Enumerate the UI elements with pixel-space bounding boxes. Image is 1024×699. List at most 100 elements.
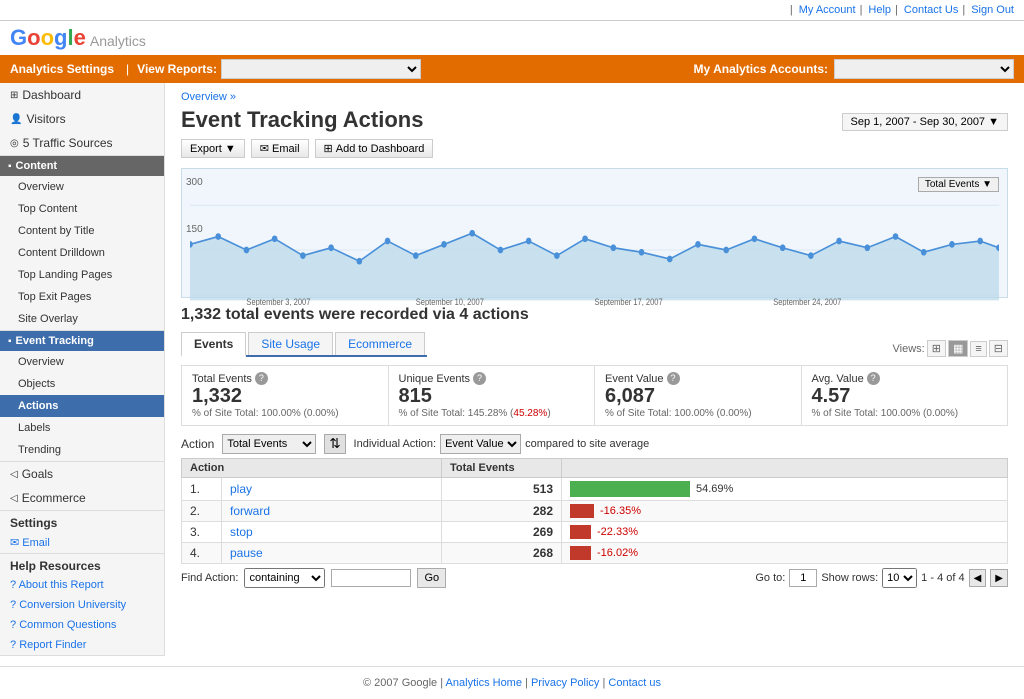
tab-ecommerce[interactable]: Ecommerce [335, 332, 425, 355]
contact-us-link[interactable]: Contact Us [904, 4, 958, 16]
action-link[interactable]: pause [230, 546, 263, 560]
col-metric-header: Total Events [442, 459, 562, 478]
prev-page-button[interactable]: ◀ [969, 569, 987, 587]
sidebar-section-main: ⊞ Dashboard 👤 Visitors ◎ 5 Traffic Sourc… [0, 83, 164, 156]
go-button[interactable]: Go [417, 568, 446, 588]
sidebar-section-content: ▪ Content Overview Top Content Content b… [0, 156, 164, 331]
action-link[interactable]: play [230, 482, 252, 496]
footer-analytics-home-link[interactable]: Analytics Home [446, 677, 522, 689]
my-analytics-select[interactable] [834, 59, 1014, 79]
footer-privacy-link[interactable]: Privacy Policy [531, 677, 599, 689]
email-button[interactable]: ✉ Email [251, 139, 309, 158]
view-reports-select[interactable] [221, 59, 421, 79]
top-content-label: Top Content [18, 203, 77, 215]
chart-svg: September 3, 2007 September 10, 2007 Sep… [190, 194, 999, 306]
action-col-label: Action [181, 437, 214, 451]
tab-site-usage[interactable]: Site Usage [248, 332, 333, 355]
ecommerce-label: Ecommerce [22, 491, 86, 505]
sidebar-item-overview[interactable]: Overview [0, 176, 164, 198]
sidebar-item-actions[interactable]: Actions [0, 395, 164, 417]
sidebar-item-report-finder[interactable]: ? Report Finder [0, 635, 164, 655]
breadcrumb-overview-link[interactable]: Overview » [181, 91, 236, 103]
sidebar-item-visitors[interactable]: 👤 Visitors [0, 107, 164, 131]
sidebar-item-site-overlay[interactable]: Site Overlay [0, 308, 164, 330]
visitors-label: Visitors [26, 112, 65, 126]
content-section-header[interactable]: ▪ Content [0, 156, 164, 176]
row-bar: -16.35% [562, 501, 1008, 522]
ecommerce-icon: ◁ [10, 493, 18, 504]
my-account-link[interactable]: My Account [799, 4, 856, 16]
sidebar-item-objects[interactable]: Objects [0, 373, 164, 395]
metric-select[interactable]: Total Events Unique Events [222, 434, 316, 454]
sidebar-item-trending[interactable]: Trending [0, 439, 164, 461]
avg-value-label: Avg. Value [812, 373, 864, 385]
common-q-link[interactable]: ? Common Questions [10, 619, 116, 631]
sidebar-item-traffic-sources[interactable]: ◎ 5 Traffic Sources [0, 131, 164, 155]
view-bar-icon[interactable]: ▦ [948, 340, 968, 357]
sidebar-item-content-by-title[interactable]: Content by Title [0, 220, 164, 242]
total-events-dropdown[interactable]: Total Events ▼ [918, 177, 999, 192]
add-dashboard-button[interactable]: ⊞ Add to Dashboard [315, 139, 434, 158]
sidebar-item-dashboard[interactable]: ⊞ Dashboard [0, 83, 164, 107]
sidebar-item-top-exit[interactable]: Top Exit Pages [0, 286, 164, 308]
table-row: 2.forward282-16.35% [182, 501, 1008, 522]
sidebar-item-email[interactable]: ✉ Email [0, 532, 164, 553]
date-range-area: Sep 1, 2007 - Sep 30, 2007 ▼ [842, 113, 1009, 131]
event-value-help-icon[interactable]: ? [667, 372, 680, 385]
tab-events[interactable]: Events [181, 332, 246, 357]
next-page-button[interactable]: ▶ [990, 569, 1008, 587]
sort-button[interactable]: ⇅ [324, 434, 345, 454]
footer-contact-link[interactable]: Contact us [608, 677, 661, 689]
sidebar-item-event-overview[interactable]: Overview [0, 351, 164, 373]
sidebar-item-content-drilldown[interactable]: Content Drilldown [0, 242, 164, 264]
conversion-uni-link[interactable]: ? Conversion University [10, 599, 126, 611]
event-value-sub: % of Site Total: 100.00% (0.00%) [605, 408, 791, 419]
avg-value-help-icon[interactable]: ? [867, 372, 880, 385]
sidebar-item-top-landing[interactable]: Top Landing Pages [0, 264, 164, 286]
goto-input[interactable] [789, 569, 817, 587]
row-action: pause [222, 543, 442, 564]
svg-text:September 10, 2007: September 10, 2007 [416, 297, 484, 306]
help-link[interactable]: Help [868, 4, 891, 16]
event-value-value: 6,087 [605, 385, 791, 408]
about-report-link[interactable]: ? About this Report [10, 579, 104, 591]
views-row: Views: ⊞ ▦ ≡ ⊟ [893, 340, 1008, 357]
email-link[interactable]: ✉ Email [10, 537, 50, 549]
sidebar-item-goals[interactable]: ◁ Goals [0, 462, 164, 486]
goals-label: Goals [22, 467, 53, 481]
sidebar-item-ecommerce[interactable]: ◁ Ecommerce [0, 486, 164, 510]
action-link[interactable]: forward [230, 504, 270, 518]
analytics-settings-link[interactable]: Analytics Settings [10, 62, 114, 76]
goto-label: Go to: [755, 572, 785, 584]
unique-events-help-icon[interactable]: ? [473, 372, 486, 385]
row-bar: -16.02% [562, 543, 1008, 564]
sidebar-item-conversion-uni[interactable]: ? Conversion University [0, 595, 164, 615]
event-tracking-header[interactable]: ▪ Event Tracking [0, 331, 164, 351]
export-button[interactable]: Export ▼ [181, 139, 245, 158]
traffic-icon: ◎ [10, 138, 19, 149]
total-events-help-icon[interactable]: ? [255, 372, 268, 385]
total-events-label: Total Events [192, 373, 252, 385]
date-range-button[interactable]: Sep 1, 2007 - Sep 30, 2007 ▼ [842, 113, 1009, 131]
action-link[interactable]: stop [230, 525, 253, 539]
individual-action-select[interactable]: Event Value [440, 434, 521, 454]
find-input[interactable] [331, 569, 411, 587]
footer-copyright: © 2007 Google [363, 677, 437, 689]
view-grid-icon[interactable]: ⊞ [927, 340, 946, 357]
view-compare-icon[interactable]: ⊟ [989, 340, 1008, 357]
sidebar-item-labels[interactable]: Labels [0, 417, 164, 439]
report-finder-link[interactable]: ? Report Finder [10, 639, 86, 651]
site-overlay-label: Site Overlay [18, 313, 78, 325]
show-rows-select[interactable]: 10 25 50 [882, 568, 917, 588]
page-title: Event Tracking Actions [181, 107, 423, 133]
sign-out-link[interactable]: Sign Out [971, 4, 1014, 16]
red-bar [570, 546, 591, 560]
toolbar: Analytics Settings | View Reports: My An… [0, 55, 1024, 83]
avg-value-value: 4.57 [812, 385, 998, 408]
sidebar-item-about-report[interactable]: ? About this Report [0, 575, 164, 595]
find-select[interactable]: containing starting with ending with [244, 568, 325, 588]
sidebar-item-top-content[interactable]: Top Content [0, 198, 164, 220]
view-list-icon[interactable]: ≡ [970, 341, 986, 357]
content-section-label: Content [16, 160, 58, 172]
sidebar-item-common-q[interactable]: ? Common Questions [0, 615, 164, 635]
